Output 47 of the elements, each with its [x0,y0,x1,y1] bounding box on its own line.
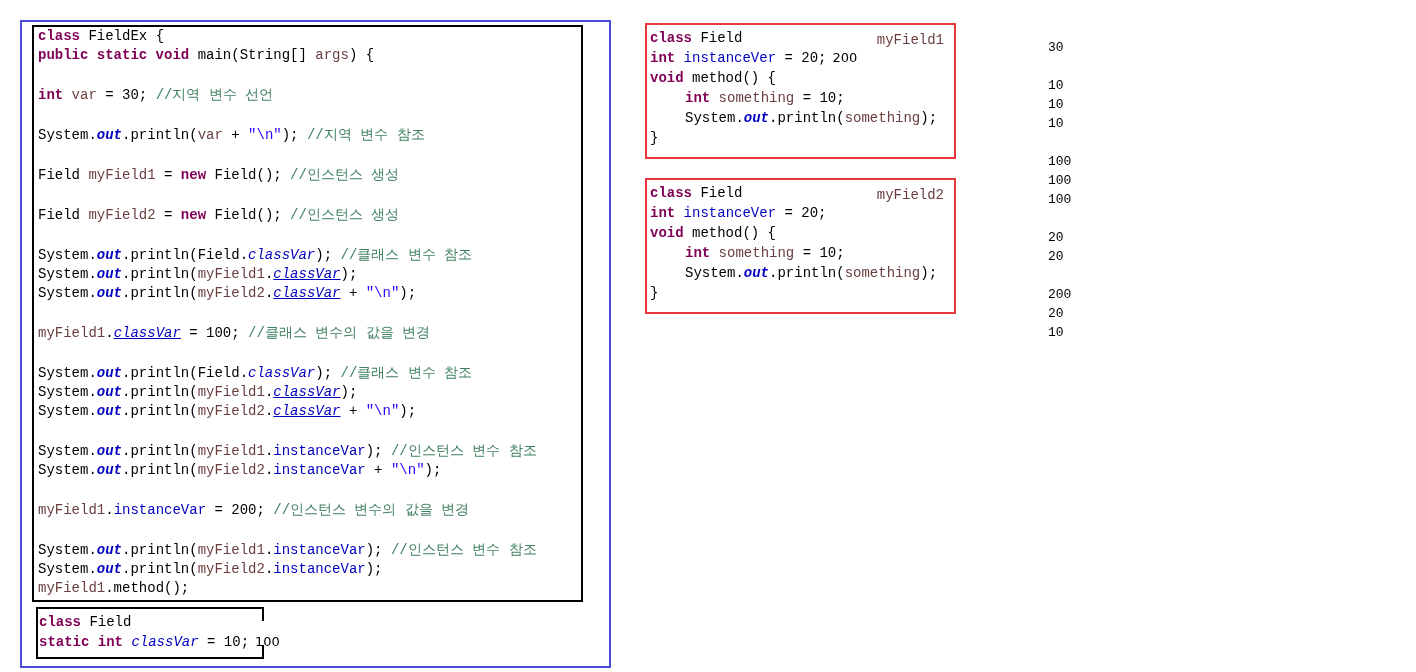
code-line: System.out.println(myField1.instanceVar); //인스턴스 변수 참조 [38,541,537,560]
code-line: void method() { [650,224,777,243]
code-line: System.out.println(myField2.instanceVar); [38,560,383,579]
instance-label: myField2 [876,186,944,205]
output-line: 200 [1048,286,1072,304]
code-line: System.out.println(myField1.classVar); [38,265,358,284]
code-line: System.out.println(Field.classVar); //클래스 변수 참조 [38,364,473,383]
output-line: 20 [1048,305,1064,323]
output-line: 10 [1048,96,1064,114]
instance-label: myField1 [876,31,944,50]
code-line: System.out.println(myField1.classVar); [38,383,358,402]
output-line: 10 [1048,77,1064,95]
code-line: int instanceVer = 20; 200 [650,49,858,68]
output-line: 20 [1048,229,1064,247]
code-line: System.out.println(myField2.classVar + "\n"); [38,402,417,421]
output-line: 100 [1048,191,1072,209]
output-line: 100 [1048,172,1072,190]
code-line: int var = 30; //지역 변수 선언 [38,86,274,105]
code-line: System.out.println(Field.classVar); //클래스 변수 참조 [38,246,473,265]
code-line: public static void main(String[] args) { [38,46,375,65]
output-line: 10 [1048,115,1064,133]
output-line: 20 [1048,248,1064,266]
output-line: 30 [1048,39,1064,57]
code-line: int something = 10; [684,89,845,108]
code-line: int something = 10; [684,244,845,263]
code-line: myField1.classVar = 100; //클래스 변수의 값을 변경 [38,324,431,343]
code-line: System.out.println(something); [684,109,938,128]
output-line: 10 [1048,324,1064,342]
code-line: class Field [39,613,132,632]
code-line: class Field [650,29,743,48]
code-line: void method() { [650,69,777,88]
code-line: System.out.println(var + "\n"); //지역 변수 참조 [38,126,425,145]
code-line: System.out.println(something); [684,264,938,283]
code-line: myField1.instanceVar = 200; //인스턴스 변수의 값을 변경 [38,501,470,520]
code-line: } [650,129,659,148]
code-line: myField1.method(); [38,579,190,598]
code-line: int instanceVer = 20; [650,204,827,223]
code-line: class FieldEx { [38,27,165,46]
code-line: System.out.println(myField2.instanceVar + "\n"); [38,461,442,480]
code-line: class Field [650,184,743,203]
code-line: Field myField1 = new Field(); //인스턴스 생성 [38,166,400,185]
code-line: static int classVar = 10; 100 [39,633,280,652]
code-line: } [650,284,659,303]
code-line: System.out.println(myField1.instanceVar); //인스턴스 변수 참조 [38,442,537,461]
code-line: System.out.println(myField2.classVar + "\n"); [38,284,417,303]
output-line: 100 [1048,153,1072,171]
code-line: Field myField2 = new Field(); //인스턴스 생성 [38,206,400,225]
